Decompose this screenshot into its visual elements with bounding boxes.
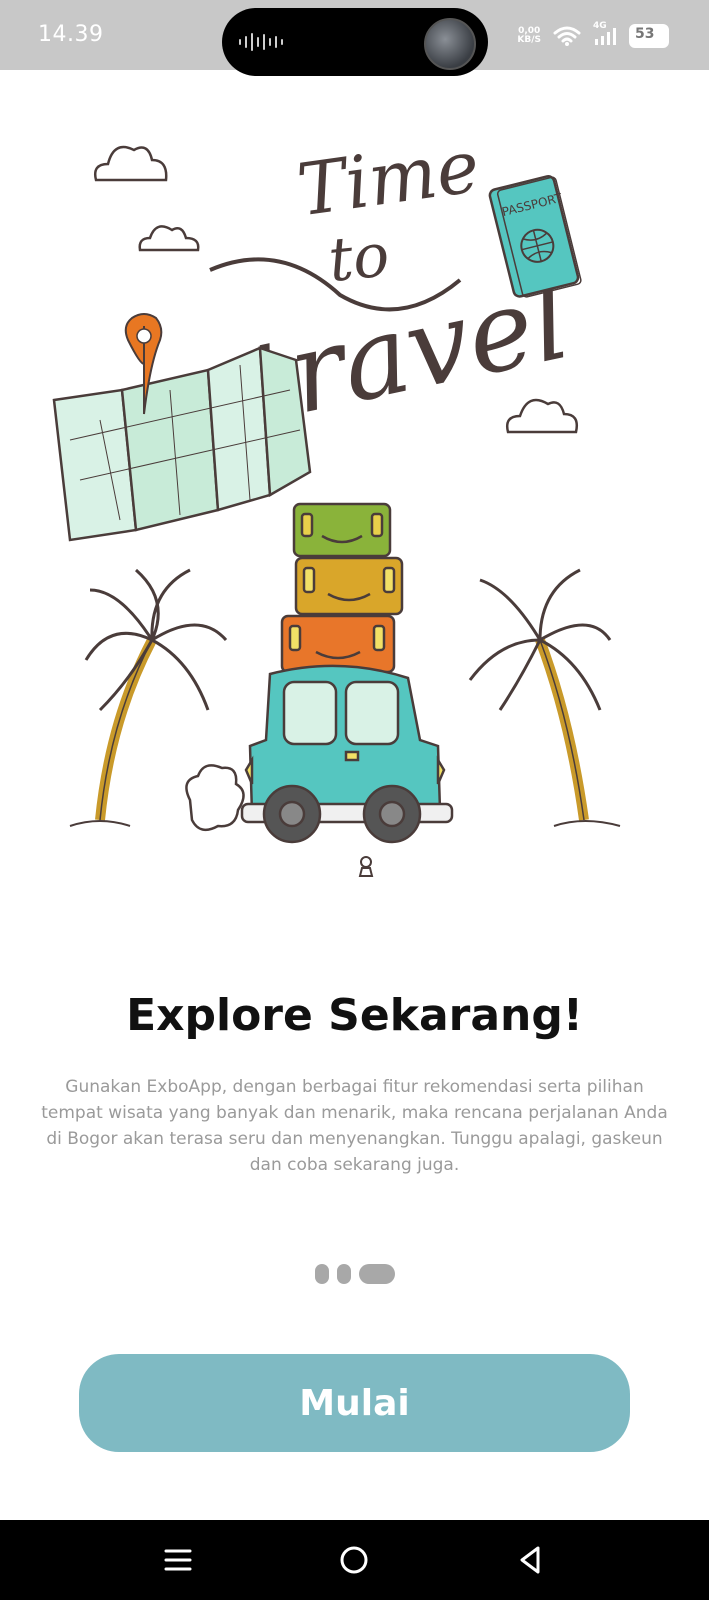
status-bar: 14.39 0,00 KB/S 4G 53 <box>0 0 709 76</box>
start-button[interactable]: Mulai <box>79 1354 630 1452</box>
cloud-icon <box>506 398 578 434</box>
menu-icon <box>164 1549 192 1571</box>
onboarding-description: Gunakan ExboApp, dengan berbagai fitur r… <box>41 1077 668 1175</box>
status-time: 14.39 <box>38 22 104 47</box>
back-button[interactable] <box>510 1540 550 1580</box>
suitcase-stack-icon <box>280 502 404 674</box>
cloud-icon <box>94 145 168 182</box>
travel-illustration: Time to travel PASSPORT <box>52 124 621 877</box>
home-button[interactable] <box>334 1540 374 1580</box>
status-icons: 0,00 KB/S 4G 53 <box>517 21 669 48</box>
media-thumbnail-avatar <box>424 18 476 70</box>
audio-wave-icon <box>239 33 283 51</box>
battery-icon: 53 <box>629 24 669 48</box>
page-dot-1[interactable] <box>314 1264 329 1284</box>
cloud-icon <box>138 225 200 252</box>
signal-indicator: 4G <box>593 21 617 47</box>
signal-icon <box>595 28 616 45</box>
wifi-icon <box>553 26 581 46</box>
home-circle-icon <box>340 1546 368 1574</box>
onboarding-title: Explore Sekarang! <box>126 990 583 1041</box>
net-speed: 0,00 KB/S <box>517 26 541 45</box>
exhaust-puff-icon <box>185 764 245 832</box>
page-dot-3-active[interactable] <box>358 1264 395 1284</box>
back-triangle-icon <box>520 1546 540 1574</box>
dynamic-island[interactable] <box>222 8 488 76</box>
headline-to: to <box>325 220 392 296</box>
palm-tree-icon <box>468 568 621 827</box>
page-indicator <box>0 1264 709 1284</box>
tiny-figure-icon <box>358 856 374 877</box>
page-dot-2[interactable] <box>336 1264 351 1284</box>
navigation-bar <box>0 1520 709 1600</box>
recent-apps-button[interactable] <box>158 1540 198 1580</box>
headline-time: Time <box>292 124 484 233</box>
car-icon <box>240 664 454 844</box>
